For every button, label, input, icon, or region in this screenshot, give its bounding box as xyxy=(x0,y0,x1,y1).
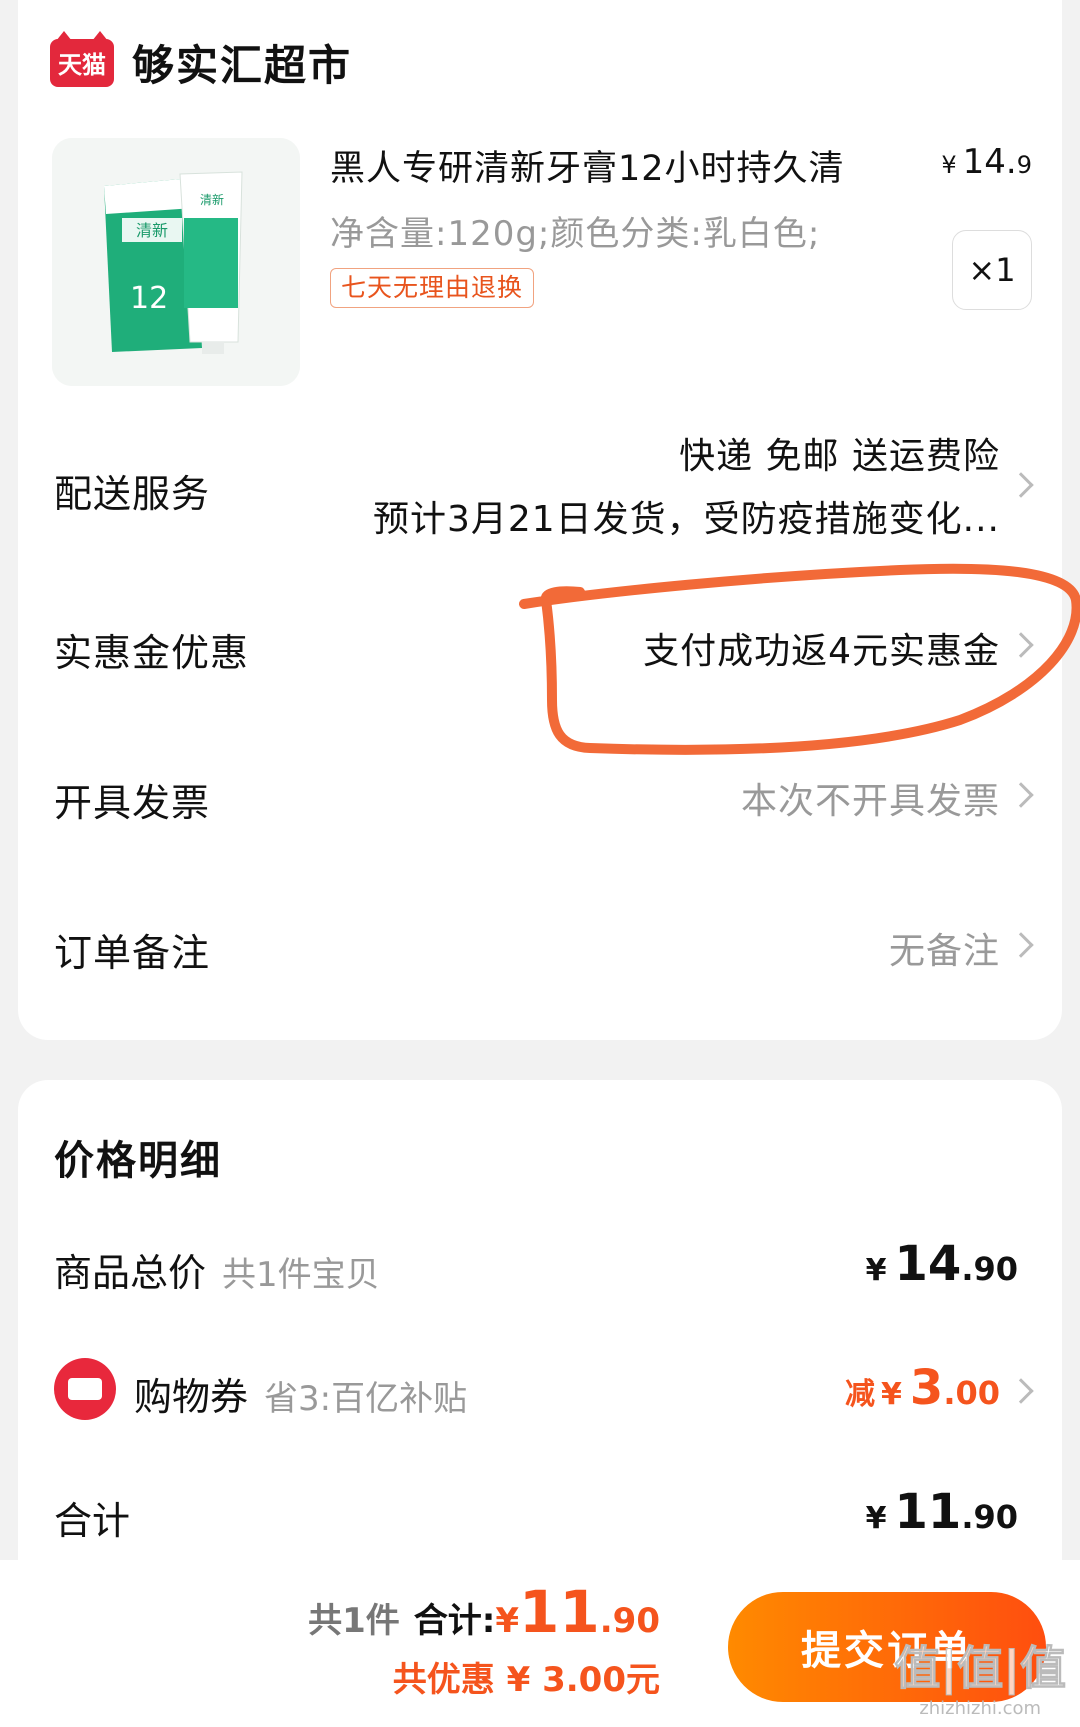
coupon-amount[interactable]: 减 ¥3.00 xyxy=(845,1360,1000,1416)
goods-total-currency: ¥ xyxy=(865,1253,887,1288)
product-price: ¥14.9 xyxy=(941,142,1032,182)
watermark-logo: 值|值|值 xyxy=(894,1641,1067,1696)
site-watermark: 值|值|值 zhizhizhi.com xyxy=(894,1632,1067,1720)
invoice-chevron-right-icon[interactable] xyxy=(1008,782,1034,808)
goods-total-integer: 14 xyxy=(894,1236,962,1292)
price-integer: 14. xyxy=(962,142,1017,182)
goods-total-label: 商品总价 共1件宝贝 xyxy=(54,1242,380,1297)
quantity-stepper[interactable]: ×1 xyxy=(952,230,1032,310)
sum-decimal: .90 xyxy=(961,1498,1018,1536)
price-currency: ¥ xyxy=(941,151,957,179)
svg-text:12: 12 xyxy=(130,281,168,316)
remark-value[interactable]: 无备注 xyxy=(889,922,1000,974)
toothpaste-product-image[interactable]: 清新 12 清新 xyxy=(52,138,300,386)
price-decimal: 9 xyxy=(1016,151,1032,179)
return-policy-badge: 七天无理由退换 xyxy=(330,268,535,308)
sum-currency: ¥ xyxy=(865,1501,887,1536)
goods-total-text: 商品总价 xyxy=(54,1251,207,1295)
coupon-sub: 省3:百亿补贴 xyxy=(264,1379,468,1419)
checkout-currency: ¥ xyxy=(495,1601,520,1641)
store-header[interactable]: 天猫 够实汇超市 xyxy=(50,30,353,93)
remark-label: 订单备注 xyxy=(54,931,211,975)
goods-count: 共1件宝贝 xyxy=(222,1255,380,1295)
delivery-value-line2[interactable]: 预计3月21日发货，受防疫措施变化... xyxy=(373,490,1000,542)
discount-chevron-right-icon[interactable] xyxy=(1008,632,1034,658)
goods-total-amount: ¥14.90 xyxy=(866,1236,1018,1292)
discount-label: 实惠金优惠 xyxy=(54,631,250,675)
delivery-chevron-right-icon[interactable] xyxy=(1008,472,1034,498)
svg-text:清新: 清新 xyxy=(200,192,224,207)
coupon-text: 购物券 xyxy=(134,1375,249,1419)
invoice-value[interactable]: 本次不开具发票 xyxy=(741,772,1000,824)
product-title[interactable]: 黑人专研清新牙膏12小时持久清 xyxy=(330,140,845,191)
coupon-chevron-right-icon[interactable] xyxy=(1008,1378,1034,1404)
checkout-saved: 共优惠 ¥ 3.00元 xyxy=(392,1660,660,1700)
checkout-total-label: 合计: xyxy=(413,1601,496,1641)
checkout-summary: 共1件 合计:¥11.90 xyxy=(308,1578,660,1646)
remark-chevron-right-icon[interactable] xyxy=(1008,932,1034,958)
store-name: 够实汇超市 xyxy=(132,41,353,90)
coupon-currency: ¥ xyxy=(881,1377,902,1412)
coupon-integer: 3 xyxy=(909,1360,944,1416)
sum-amount: ¥11.90 xyxy=(866,1484,1018,1540)
delivery-label: 配送服务 xyxy=(54,472,211,516)
checkout-total-integer: 11 xyxy=(519,1578,600,1646)
tmall-logo-icon: 天猫 xyxy=(50,30,114,87)
goods-total-decimal: .90 xyxy=(961,1250,1018,1288)
sum-integer: 11 xyxy=(894,1484,962,1540)
svg-text:清新: 清新 xyxy=(136,221,168,240)
invoice-label: 开具发票 xyxy=(54,781,211,825)
price-detail-title: 价格明细 xyxy=(54,1138,222,1184)
checkout-count: 共1件 xyxy=(308,1601,400,1641)
coupon-label[interactable]: 购物券 省3:百亿补贴 xyxy=(134,1366,467,1421)
order-card: 天猫 够实汇超市 清新 12 清新 黑人专研清新牙膏12小时持久清 ¥14.9 … xyxy=(18,0,1062,1040)
coupon-prefix: 减 xyxy=(845,1377,876,1412)
delivery-value-line1[interactable]: 快递 免邮 送运费险 xyxy=(679,427,1000,479)
discount-value[interactable]: 支付成功返4元实惠金 xyxy=(643,622,1000,674)
coupon-decimal: .00 xyxy=(943,1374,1000,1412)
coupon-ticket-icon xyxy=(54,1358,116,1420)
sum-label: 合计 xyxy=(54,1499,131,1543)
checkout-total-decimal: .90 xyxy=(599,1601,660,1641)
watermark-url: zhizhizhi.com xyxy=(919,1698,1042,1719)
product-spec: 净含量:120g;颜色分类:乳白色; xyxy=(330,214,821,254)
